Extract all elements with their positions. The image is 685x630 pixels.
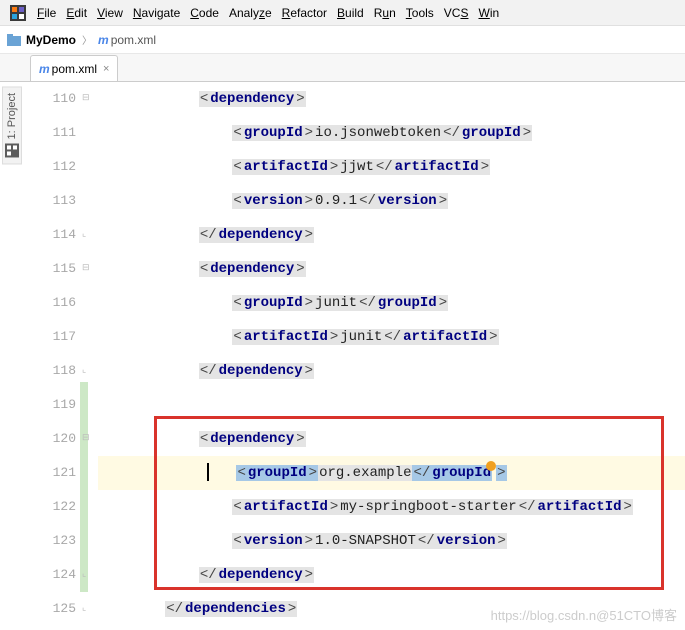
fold-end-icon[interactable]: ⌞: [82, 228, 94, 240]
menu-view[interactable]: View: [92, 6, 128, 20]
line-number: 119: [24, 388, 76, 422]
warning-icon[interactable]: [486, 461, 496, 471]
fold-end-icon[interactable]: ⌞: [82, 602, 94, 614]
maven-icon: m: [39, 62, 50, 76]
menu-refactor[interactable]: Refactor: [277, 6, 332, 20]
code-line[interactable]: </dependency>: [98, 218, 685, 252]
gutter: 110 111 112 113 114 115 116 117 118 119 …: [24, 82, 80, 630]
code-line[interactable]: </dependency>: [98, 354, 685, 388]
change-marker: [80, 382, 88, 592]
line-number: 123: [24, 524, 76, 558]
code-line[interactable]: <artifactId>junit</artifactId>: [98, 320, 685, 354]
menu-analyze[interactable]: Analyze: [224, 6, 277, 20]
menu-code[interactable]: Code: [185, 6, 224, 20]
line-number: 110: [24, 82, 76, 116]
code-line[interactable]: <dependency>: [98, 252, 685, 286]
code-line[interactable]: <dependency>: [98, 422, 685, 456]
breadcrumb-file[interactable]: pom.xml: [111, 33, 156, 47]
line-number: 121: [24, 456, 76, 490]
fold-toggle-icon[interactable]: ⊟: [82, 432, 94, 444]
line-number: 122: [24, 490, 76, 524]
line-number: 116: [24, 286, 76, 320]
code-line[interactable]: <artifactId>my-springboot-starter</artif…: [98, 490, 685, 524]
line-number: 124: [24, 558, 76, 592]
menu-run[interactable]: Run: [369, 6, 401, 20]
menu-tools[interactable]: Tools: [401, 6, 439, 20]
editor[interactable]: 110 111 112 113 114 115 116 117 118 119 …: [0, 82, 685, 630]
line-number: 112: [24, 150, 76, 184]
project-icon: [5, 143, 19, 157]
maven-icon: m: [98, 33, 109, 47]
code-line-current[interactable]: <groupId>org.example</groupId>: [98, 456, 685, 490]
menu-vcs[interactable]: VCS: [439, 6, 474, 20]
breadcrumb-project[interactable]: MyDemo: [26, 33, 76, 47]
menu-edit[interactable]: Edit: [61, 6, 92, 20]
menu-window[interactable]: Win: [473, 6, 504, 20]
line-number: 111: [24, 116, 76, 150]
code-line[interactable]: </dependency>: [98, 558, 685, 592]
tab-label: pom.xml: [52, 62, 97, 76]
side-tab-label: 1: Project: [6, 93, 18, 139]
caret: [207, 463, 209, 481]
menu-bar: File Edit View Navigate Code Analyze Ref…: [0, 0, 685, 26]
tool-window-project[interactable]: 1: Project: [2, 86, 22, 164]
line-number: 118: [24, 354, 76, 388]
folder-icon: [6, 32, 22, 48]
fold-toggle-icon[interactable]: ⊟: [82, 92, 94, 104]
line-number: 114: [24, 218, 76, 252]
close-icon[interactable]: ×: [103, 63, 109, 75]
code-line[interactable]: <dependency>: [98, 82, 685, 116]
line-number: 113: [24, 184, 76, 218]
code-line[interactable]: <version>1.0-SNAPSHOT</version>: [98, 524, 685, 558]
menu-build[interactable]: Build: [332, 6, 369, 20]
line-number: 115: [24, 252, 76, 286]
menu-file[interactable]: File: [32, 6, 61, 20]
line-number: 117: [24, 320, 76, 354]
code-line[interactable]: <groupId>io.jsonwebtoken</groupId>: [98, 116, 685, 150]
code-line[interactable]: <version>0.9.1</version>: [98, 184, 685, 218]
menu-navigate[interactable]: Navigate: [128, 6, 185, 20]
app-icon: [10, 5, 26, 21]
chevron-right-icon: 〉: [82, 32, 92, 47]
fold-end-icon[interactable]: ⌞: [82, 364, 94, 376]
fold-end-icon[interactable]: ⌞: [82, 568, 94, 580]
fold-column: ⊟ ⌞ ⊟ ⌞ ⊟ ⌞ ⌞: [80, 82, 98, 630]
code-line[interactable]: <groupId>junit</groupId>: [98, 286, 685, 320]
watermark: https://blog.csdn.n@51CTO博客: [491, 605, 677, 624]
code-line[interactable]: <artifactId>jjwt</artifactId>: [98, 150, 685, 184]
line-number: 125: [24, 592, 76, 626]
tab-pom-xml[interactable]: m pom.xml ×: [30, 55, 118, 81]
breadcrumb: MyDemo 〉 m pom.xml: [0, 26, 685, 54]
fold-toggle-icon[interactable]: ⊟: [82, 262, 94, 274]
code-content[interactable]: <dependency> <groupId>io.jsonwebtoken</g…: [98, 82, 685, 630]
tab-bar: m pom.xml ×: [0, 54, 685, 82]
code-line[interactable]: [98, 388, 685, 422]
line-number: 120: [24, 422, 76, 456]
